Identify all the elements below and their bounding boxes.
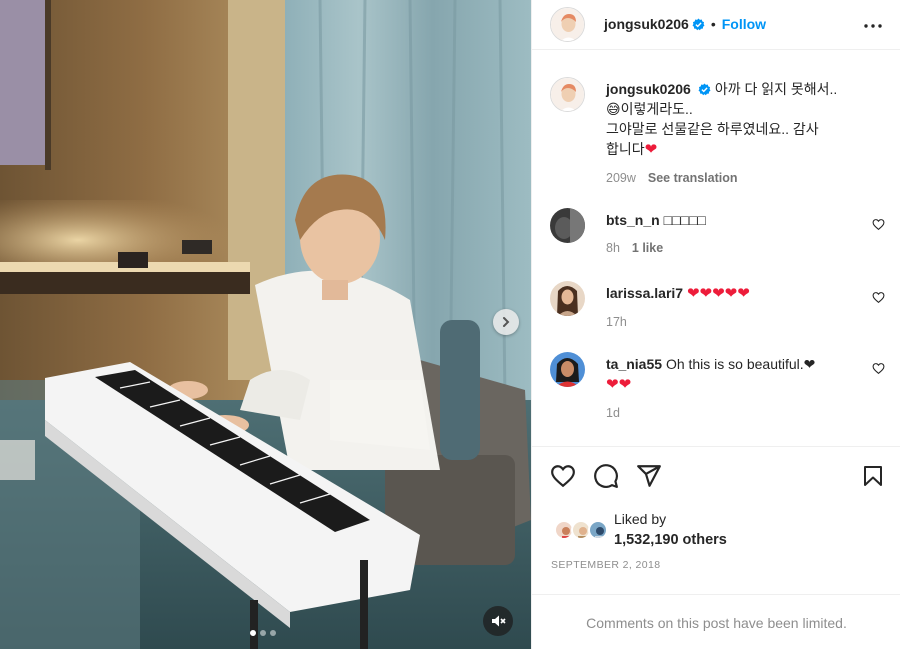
mute-button[interactable] (483, 606, 513, 636)
likes-summary: Liked by 1,532,190 others (554, 509, 727, 550)
see-translation-link[interactable]: See translation (648, 171, 738, 185)
likes-text: Liked by 1,532,190 others (614, 509, 727, 550)
post-panel: jongsuk0206 • Follow jongsuk0206 아까 다 읽지… (531, 0, 900, 649)
comment-button[interactable] (593, 463, 619, 494)
comment-icon (594, 464, 618, 488)
comment-meta: 17h (606, 312, 856, 332)
chevron-right-icon (503, 317, 510, 327)
follow-button[interactable]: Follow (722, 16, 766, 32)
post-photo (0, 0, 531, 649)
separator-dot: • (710, 16, 716, 32)
carousel-dot (250, 630, 256, 636)
comment-text: □□□□□ (663, 212, 706, 228)
caption-line: 아까 다 읽지 못해서.. (714, 81, 838, 97)
like-button[interactable] (550, 463, 576, 494)
avatar[interactable] (550, 77, 585, 112)
comment-username[interactable]: ta_nia55 (606, 356, 662, 372)
post-media[interactable] (0, 0, 531, 649)
bookmark-icon (864, 466, 882, 486)
post-header: jongsuk0206 • Follow (532, 0, 900, 50)
caption-line: 그야말로 선물같은 하루였네요.. 감사 (606, 121, 819, 137)
post-date: SEPTEMBER 2, 2018 (551, 559, 661, 571)
caption-username[interactable]: jongsuk0206 (606, 81, 691, 97)
comment-username[interactable]: larissa.lari7 (606, 285, 683, 301)
comment-age: 1d (606, 406, 620, 420)
heart-icon[interactable] (872, 291, 885, 304)
comment-username[interactable]: bts_n_n (606, 212, 660, 228)
comments-limited-notice: Comments on this post have been limited. (532, 594, 900, 649)
comment-age: 8h (606, 241, 620, 255)
verified-icon (698, 83, 711, 96)
post-actions: Liked by 1,532,190 others SEPTEMBER 2, 2… (532, 446, 900, 649)
share-button[interactable] (636, 463, 662, 494)
share-icon (637, 465, 661, 487)
avatar[interactable] (588, 519, 608, 540)
heart-icon (551, 465, 575, 488)
caption-line: 😅이렇게라도.. (606, 101, 693, 117)
username[interactable]: jongsuk0206 (604, 16, 689, 32)
heart-emoji: ❤ (644, 141, 658, 158)
carousel-dot (260, 630, 266, 636)
comment-text-continued: ❤❤ (606, 376, 632, 393)
carousel-dot (270, 630, 276, 636)
comment-likes[interactable]: 1 like (632, 241, 663, 255)
next-slide-button[interactable] (493, 309, 519, 335)
comment-meta: 1d (606, 403, 856, 423)
avatar[interactable] (550, 352, 585, 387)
avatar[interactable] (550, 281, 585, 316)
save-button[interactable] (861, 463, 885, 494)
mute-icon (492, 615, 506, 627)
liked-by-label: Liked by (614, 511, 667, 527)
likes-count[interactable]: 1,532,190 others (614, 532, 727, 548)
caption-meta: 209w See translation (606, 168, 886, 188)
carousel-indicator (250, 630, 276, 636)
liker-avatars (554, 518, 610, 542)
verified-icon (692, 18, 705, 30)
caption-line: 합니다 (606, 141, 645, 157)
comment-meta: 8h 1 like (606, 238, 856, 258)
caption-text: jongsuk0206 아까 다 읽지 못해서.. 😅이렇게라도.. 그야말로 … (606, 79, 886, 188)
avatar[interactable] (550, 208, 585, 243)
comment-age: 17h (606, 315, 627, 329)
more-icon[interactable] (863, 16, 883, 36)
comment-text: ❤❤❤❤❤ (686, 285, 750, 302)
heart-icon[interactable] (872, 362, 885, 375)
avatar[interactable] (550, 7, 585, 42)
heart-icon[interactable] (872, 218, 885, 231)
caption-age: 209w (606, 171, 636, 185)
comment-text: Oh this is so beautiful.❤ (665, 356, 816, 372)
